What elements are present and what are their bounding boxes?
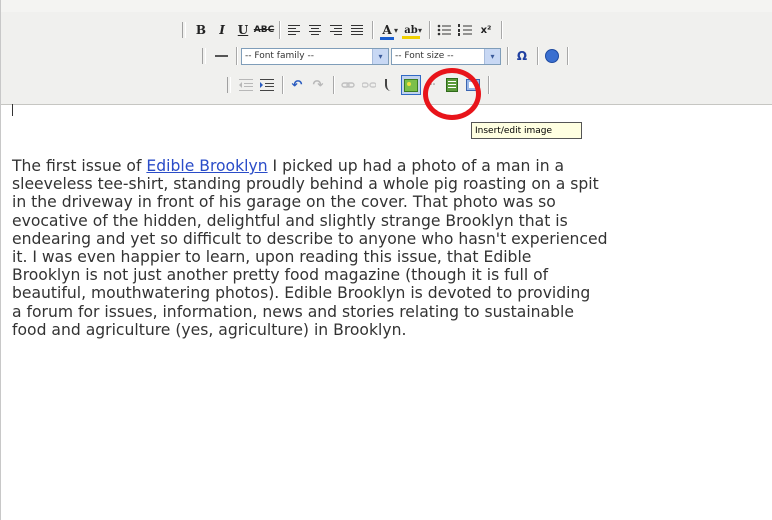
special-character-button[interactable]: Ω	[512, 46, 532, 66]
bullet-list-button[interactable]	[434, 20, 454, 40]
outdent-icon	[239, 79, 253, 91]
text-cursor	[12, 104, 13, 116]
anchor-button[interactable]	[380, 75, 400, 95]
toolbar-row-2: -- Font family -- ▾ -- Font size -- ▾ Ω	[202, 46, 572, 66]
bold-button[interactable]: B	[191, 20, 211, 40]
toolbar-grip	[227, 77, 231, 93]
edible-brooklyn-link[interactable]: Edible Brooklyn	[146, 157, 267, 175]
bullet-list-icon	[437, 24, 452, 36]
italic-button[interactable]: I	[212, 20, 232, 40]
help-icon	[545, 49, 559, 63]
font-family-select-arrow[interactable]: ▾	[372, 48, 388, 64]
toolbar-separator	[507, 47, 508, 65]
undo-button[interactable]: ↶	[287, 75, 307, 95]
underline-button[interactable]: U	[233, 20, 253, 40]
editor-toolbar: B I U ABC A ▾ ab ▾ x² -- Font family -- …	[1, 12, 772, 105]
paragraph-line: it. I was even happier to learn, upon re…	[12, 247, 532, 266]
paragraph-text: The first issue of	[12, 157, 147, 175]
insert-image-tooltip: Insert/edit image	[471, 122, 582, 139]
highlight-circle-annotation	[423, 68, 481, 120]
link-icon	[341, 82, 355, 88]
align-right-icon	[330, 25, 342, 35]
redo-button[interactable]: ↷	[308, 75, 328, 95]
paragraph-line: sleeveless tee-shirt, standing proudly b…	[12, 175, 599, 194]
outdent-button[interactable]	[236, 75, 256, 95]
paragraph-line: food and agriculture (yes, agriculture) …	[12, 320, 407, 339]
strikethrough-button[interactable]: ABC	[254, 20, 274, 40]
paragraph-line: The first issue of Edible Brooklyn I pic…	[12, 157, 772, 175]
insert-image-button[interactable]	[401, 75, 421, 95]
numbered-list-icon	[458, 24, 473, 36]
background-color-dropdown-arrow[interactable]: ▾	[418, 26, 422, 35]
font-size-select[interactable]: -- Font size -- ▾	[391, 47, 501, 65]
align-justify-button[interactable]	[347, 20, 367, 40]
paragraph-line: Brooklyn is not just another pretty food…	[12, 266, 549, 285]
align-right-button[interactable]	[326, 20, 346, 40]
paragraph-line: evocative of the hidden, delightful and …	[12, 211, 568, 230]
toolbar-separator	[537, 47, 538, 65]
align-justify-icon	[351, 25, 363, 35]
link-button[interactable]	[338, 75, 358, 95]
superscript-button[interactable]: x²	[476, 20, 496, 40]
align-left-icon	[288, 25, 300, 35]
anchor-icon	[385, 79, 395, 91]
numbered-list-button[interactable]	[455, 20, 475, 40]
text-color-dropdown-arrow[interactable]: ▾	[394, 26, 398, 35]
toolbar-row-1: B I U ABC A ▾ ab ▾ x²	[182, 20, 506, 40]
paragraph-text: I picked up had a photo of a man in a	[267, 157, 565, 175]
toolbar-separator	[429, 21, 431, 39]
unlink-icon	[362, 82, 376, 88]
toolbar-separator	[282, 76, 283, 94]
editor-content[interactable]: The first issue of Edible Brooklyn I pic…	[12, 157, 772, 339]
align-center-button[interactable]	[305, 20, 325, 40]
align-center-icon	[309, 25, 321, 35]
paragraph-line: a forum for issues, information, news an…	[12, 302, 574, 321]
paragraph-line: in the driveway in front of his garage o…	[12, 193, 556, 212]
toolbar-separator	[236, 47, 237, 65]
background-color-icon: ab	[402, 24, 421, 39]
font-size-select-arrow[interactable]: ▾	[484, 48, 500, 64]
toolbar-separator	[333, 76, 334, 94]
toolbar-grip	[182, 22, 186, 38]
paragraph-line: endearing and yet so difficult to descri…	[12, 229, 608, 248]
align-left-button[interactable]	[284, 20, 304, 40]
font-family-value: -- Font family --	[245, 51, 314, 61]
insert-image-icon	[404, 78, 418, 92]
toolbar-separator	[279, 21, 280, 39]
toolbar-grip	[202, 48, 206, 64]
help-button[interactable]	[542, 46, 562, 66]
horizontal-rule-icon	[214, 55, 228, 57]
toolbar-separator	[372, 21, 373, 39]
paragraph-line: beautiful, mouthwatering photos). Edible…	[12, 284, 591, 303]
unlink-button[interactable]	[359, 75, 379, 95]
toolbar-separator	[488, 76, 489, 94]
toolbar-separator	[501, 21, 503, 39]
font-size-value: -- Font size --	[395, 51, 454, 61]
font-family-select[interactable]: -- Font family -- ▾	[241, 47, 389, 65]
indent-icon	[260, 79, 274, 91]
text-color-icon: A	[380, 23, 395, 40]
toolbar-separator	[567, 47, 568, 65]
rich-text-editor: B I U ABC A ▾ ab ▾ x² -- Font family -- …	[0, 0, 772, 520]
indent-button[interactable]	[257, 75, 277, 95]
horizontal-rule-button[interactable]	[211, 46, 231, 66]
